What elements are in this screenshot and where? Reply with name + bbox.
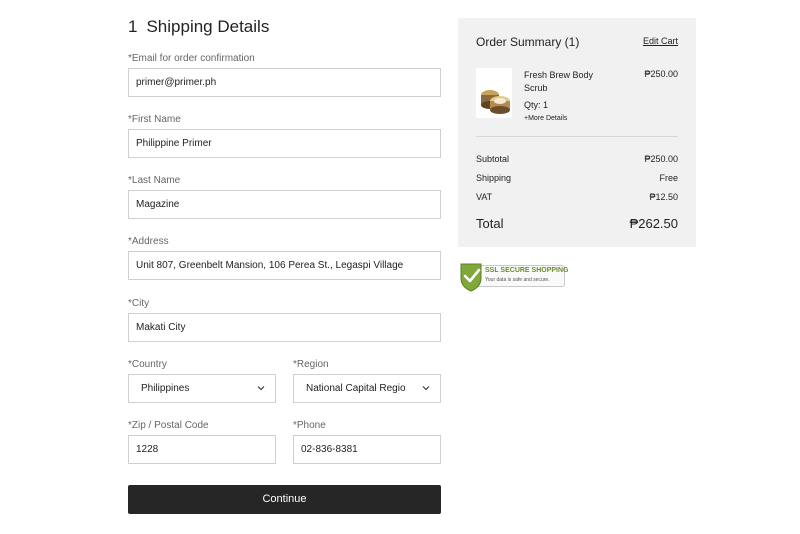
continue-button[interactable]: Continue — [128, 485, 441, 514]
shipping-label: Shipping — [476, 173, 512, 183]
email-field[interactable]: primer@primer.ph — [128, 68, 441, 97]
subtotal-value: ₱250.00 — [644, 154, 678, 164]
chevron-down-icon — [257, 386, 265, 391]
item-price: ₱250.00 — [644, 69, 678, 79]
order-summary: Order Summary (1) Edit Cart Fresh Brew B… — [458, 18, 696, 247]
zip-field[interactable]: 1228 — [128, 435, 276, 464]
shipping-value: Free — [659, 173, 678, 183]
email-label: *Email for order confirmation — [128, 53, 255, 64]
zip-label: *Zip / Postal Code — [128, 420, 209, 431]
ssl-subtitle: Your data is safe and secure. — [485, 277, 550, 283]
ssl-badge: SSL SECURE SHOPPING Your data is safe an… — [459, 262, 569, 292]
item-name: Fresh Brew Body Scrub — [524, 70, 594, 93]
region-value: National Capital Regio — [306, 383, 406, 394]
vat-value: ₱12.50 — [649, 192, 678, 202]
more-details-link[interactable]: +More Details — [524, 115, 567, 122]
section-title: 1 Shipping Details — [128, 17, 269, 37]
section-title-text: Shipping Details — [146, 17, 270, 36]
product-image — [476, 68, 512, 118]
phone-field[interactable]: 02-836-8381 — [293, 435, 441, 464]
first-name-field[interactable]: Philippine Primer — [128, 129, 441, 158]
step-number: 1 — [128, 17, 138, 36]
region-label: *Region — [293, 359, 329, 370]
last-name-field[interactable]: Magazine — [128, 190, 441, 219]
total-value: ₱262.50 — [629, 216, 678, 231]
city-label: *City — [128, 298, 150, 309]
city-field[interactable]: Makati City — [128, 313, 441, 342]
address-field[interactable]: Unit 807, Greenbelt Mansion, 106 Perea S… — [128, 251, 441, 280]
ssl-title: SSL SECURE SHOPPING — [485, 267, 569, 274]
country-value: Philippines — [141, 383, 190, 394]
item-qty: Qty: 1 — [524, 100, 549, 110]
region-select[interactable]: National Capital Regio — [293, 374, 441, 403]
last-name-label: *Last Name — [128, 175, 181, 186]
vat-label: VAT — [476, 192, 493, 202]
country-label: *Country — [128, 359, 167, 370]
product-thumbnail — [476, 68, 512, 118]
edit-cart-link[interactable]: Edit Cart — [643, 36, 678, 46]
subtotal-label: Subtotal — [476, 154, 510, 164]
phone-label: *Phone — [293, 420, 326, 431]
address-label: *Address — [128, 236, 169, 247]
chevron-down-icon — [422, 386, 430, 391]
country-select[interactable]: Philippines — [128, 374, 276, 403]
summary-divider — [476, 136, 678, 137]
first-name-label: *First Name — [128, 114, 181, 125]
order-summary-title: Order Summary (1) — [476, 35, 580, 49]
shield-check-icon — [460, 263, 482, 292]
total-label: Total — [476, 216, 504, 231]
